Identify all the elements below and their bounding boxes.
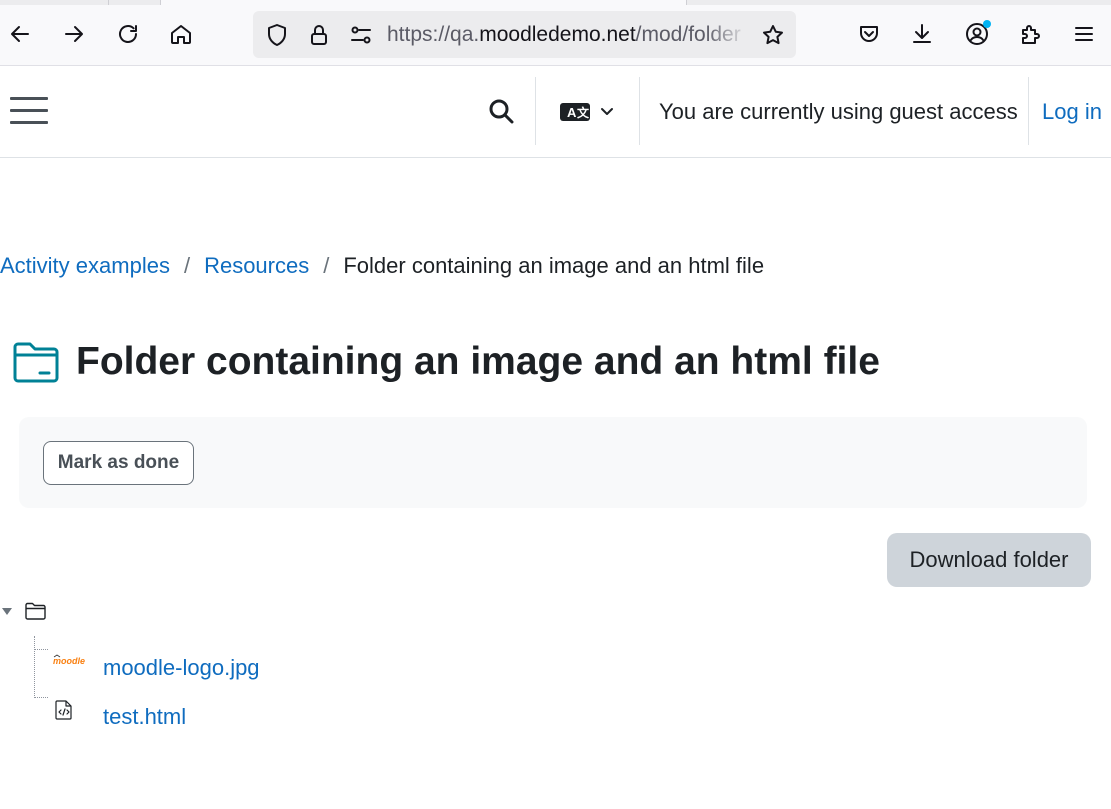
tree-line [34, 636, 35, 698]
download-folder-button[interactable]: Download folder [887, 533, 1091, 587]
breadcrumb: Activity examples / Resources / Folder c… [0, 252, 764, 280]
url-text[interactable]: https://qa.moodledemo.net/mod/folder [387, 22, 749, 48]
page-title: Folder containing an image and an html f… [76, 340, 880, 383]
folder-icon [13, 342, 59, 383]
back-arrow-icon [11, 26, 29, 42]
forward-button[interactable] [57, 17, 91, 51]
file-link-moodle-logo[interactable]: moodle-logo.jpg [103, 654, 260, 682]
tree-line [34, 649, 48, 650]
tree-expand-toggle-icon[interactable] [0, 604, 14, 618]
shield-icon[interactable] [265, 23, 289, 47]
download-icon [913, 24, 931, 43]
login-link[interactable]: Log in [1042, 98, 1102, 126]
permissions-icon[interactable] [349, 23, 373, 47]
pocket-button[interactable] [852, 17, 886, 51]
svg-text:A: A [567, 105, 577, 120]
forward-arrow-icon [65, 26, 83, 42]
page-header: Folder containing an image and an html f… [12, 334, 880, 390]
tree-line [34, 697, 48, 698]
notification-dot [983, 20, 991, 28]
site-navbar: A文 You are currently using guest access … [0, 66, 1111, 158]
home-button[interactable] [164, 17, 198, 51]
browser-toolbar: https://qa.moodledemo.net/mod/folder [0, 5, 1111, 66]
svg-text:文: 文 [577, 105, 590, 120]
guest-access-notice: You are currently using guest access [659, 99, 1018, 124]
breadcrumb-separator: / [323, 253, 330, 278]
menu-icon [1075, 27, 1093, 41]
file-link-test-html[interactable]: test.html [103, 703, 186, 731]
url-bar[interactable]: https://qa.moodledemo.net/mod/folder [253, 11, 796, 58]
hamburger-menu-icon[interactable] [10, 97, 48, 127]
back-button[interactable] [3, 17, 37, 51]
breadcrumb-link-activity-examples[interactable]: Activity examples [0, 252, 170, 280]
pocket-icon [860, 26, 878, 42]
breadcrumb-link-resources[interactable]: Resources [204, 252, 309, 280]
reload-icon [119, 25, 137, 43]
svg-text:moodle: moodle [53, 656, 85, 666]
breadcrumb-current: Folder containing an image and an html f… [343, 253, 765, 278]
account-button[interactable] [960, 17, 994, 51]
root-folder-icon [25, 602, 46, 620]
search-icon[interactable] [486, 96, 518, 128]
lock-icon[interactable] [307, 23, 331, 47]
mark-as-done-button[interactable]: Mark as done [43, 441, 194, 485]
html-file-icon [55, 700, 72, 720]
nav-divider [1028, 77, 1029, 145]
breadcrumb-separator: / [183, 253, 191, 278]
chevron-down-icon [601, 108, 613, 115]
nav-divider [639, 77, 640, 145]
language-menu[interactable]: A文 [560, 99, 620, 125]
downloads-button[interactable] [905, 17, 939, 51]
language-icon: A文 [560, 103, 590, 121]
moodle-logo-thumbnail: moodle [53, 654, 85, 666]
app-menu-button[interactable] [1067, 17, 1101, 51]
extensions-button[interactable] [1014, 17, 1048, 51]
activity-completion-panel: Mark as done [19, 417, 1087, 508]
nav-divider [535, 77, 536, 145]
star-icon[interactable] [761, 23, 785, 47]
reload-button[interactable] [111, 17, 145, 51]
puzzle-icon [1022, 25, 1040, 44]
home-icon [171, 25, 191, 44]
